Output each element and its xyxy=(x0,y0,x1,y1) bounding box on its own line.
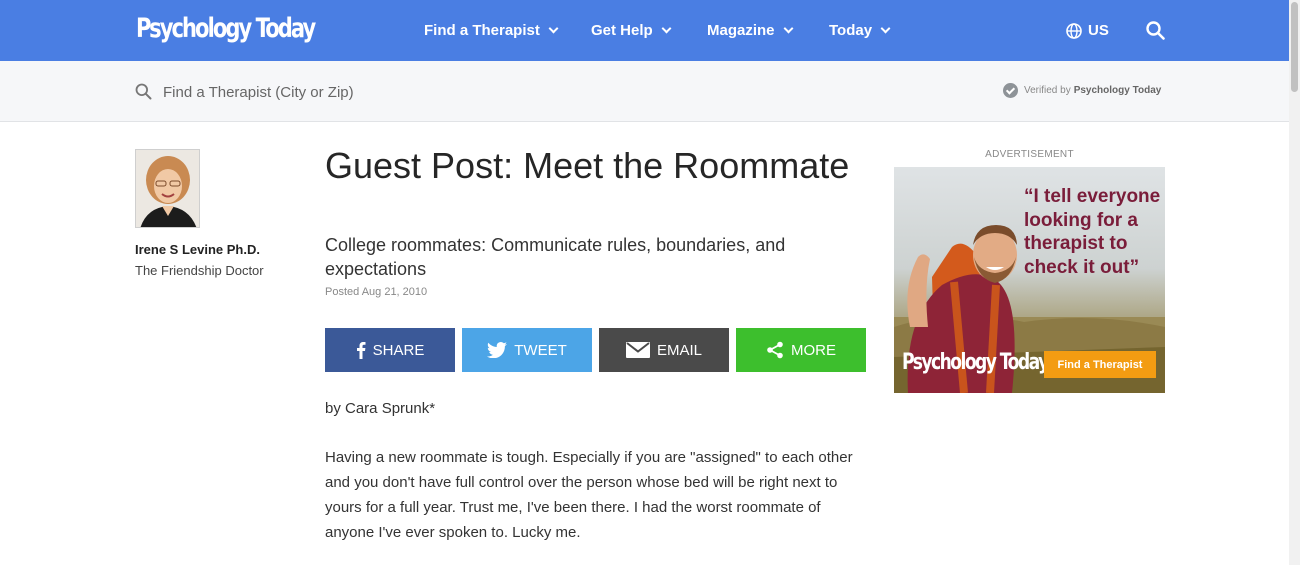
search-icon xyxy=(135,83,152,100)
share-more-button[interactable]: MORE xyxy=(736,328,866,372)
ad-quote: “I tell everyone looking for a therapist… xyxy=(1024,186,1161,278)
nav-find-therapist[interactable]: Find a Therapist xyxy=(424,0,559,61)
article-title: Guest Post: Meet the Roommate xyxy=(325,145,850,186)
ad-label: ADVERTISEMENT xyxy=(985,149,1074,160)
scrollbar-thumb[interactable] xyxy=(1291,2,1298,92)
share-icon xyxy=(767,341,783,359)
site-logo[interactable]: Psychology Today xyxy=(136,10,316,48)
page-scrollbar[interactable] xyxy=(1289,0,1300,565)
author-name[interactable]: Irene S Levine Ph.D. xyxy=(135,242,260,257)
therapist-search-bar: Verified by Psychology Today xyxy=(0,61,1300,122)
search-icon[interactable] xyxy=(1146,21,1165,40)
email-label: EMAIL xyxy=(656,341,702,359)
article-subtitle: College roommates: Communicate rules, bo… xyxy=(325,235,786,279)
facebook-icon xyxy=(356,342,366,359)
article-paragraph: Having a new roommate is tough. Especial… xyxy=(325,449,853,541)
chevron-down-icon xyxy=(783,23,793,33)
more-label: MORE xyxy=(791,341,836,359)
ad-find-therapist-button[interactable]: Find a Therapist xyxy=(1044,351,1156,378)
check-circle-icon xyxy=(1003,83,1018,98)
verified-prefix: Verified by xyxy=(1024,85,1071,96)
nav-today[interactable]: Today xyxy=(829,0,891,61)
ad-logo: Psychology Today xyxy=(902,350,1049,375)
nav-label: Get Help xyxy=(591,22,653,39)
nav-get-help[interactable]: Get Help xyxy=(591,0,672,61)
nav-label: Today xyxy=(829,22,873,39)
envelope-icon xyxy=(625,342,650,358)
chevron-down-icon xyxy=(880,23,891,33)
region-selector[interactable]: US xyxy=(1066,0,1109,61)
author-title: The Friendship Doctor xyxy=(135,263,264,278)
chevron-down-icon xyxy=(548,23,559,33)
advertisement-banner[interactable]: “I tell everyone looking for a therapist… xyxy=(894,167,1165,393)
share-label: SHARE xyxy=(372,341,425,359)
nav-magazine[interactable]: Magazine xyxy=(707,0,793,61)
article-byline: by Cara Sprunk* xyxy=(325,400,436,417)
nav-label: Magazine xyxy=(707,22,775,39)
verified-badge: Verified by Psychology Today xyxy=(1003,83,1161,98)
posted-date: Posted Aug 21, 2010 xyxy=(325,286,428,298)
verified-brand: Psychology Today xyxy=(1073,85,1162,96)
twitter-icon xyxy=(487,342,508,358)
share-twitter-button[interactable]: TWEET xyxy=(462,328,592,372)
nav-label: Find a Therapist xyxy=(424,22,540,39)
share-email-button[interactable]: EMAIL xyxy=(599,328,729,372)
author-avatar[interactable] xyxy=(135,149,200,228)
share-facebook-button[interactable]: SHARE xyxy=(325,328,455,372)
tweet-label: TWEET xyxy=(514,341,567,359)
top-navbar: Psychology Today Find a Therapist Get He… xyxy=(0,0,1300,61)
therapist-search-input[interactable] xyxy=(163,81,563,103)
chevron-down-icon xyxy=(661,23,672,33)
region-label: US xyxy=(1088,22,1109,39)
globe-icon xyxy=(1066,22,1082,39)
